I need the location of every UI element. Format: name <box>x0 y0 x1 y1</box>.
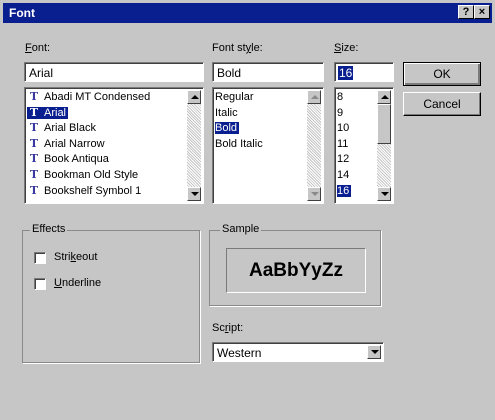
arrow-down-icon <box>381 192 389 196</box>
font-style-list-item[interactable]: Bold Italic <box>215 138 265 150</box>
style-scroll-up-button[interactable] <box>307 90 321 104</box>
truetype-icon: T <box>29 136 39 150</box>
font-style-label: Font style: <box>212 42 263 54</box>
size-item-label: 9 <box>337 106 344 119</box>
arrow-up-icon <box>191 95 199 99</box>
size-list-item[interactable]: 14 <box>337 169 351 181</box>
size-item-label: 10 <box>337 122 350 135</box>
font-label: Font: <box>25 42 51 54</box>
arrow-up-icon <box>311 95 319 99</box>
size-scroll-up-button[interactable] <box>377 90 391 104</box>
size-scroll-down-button[interactable] <box>377 187 391 201</box>
size-list-scrollbar[interactable] <box>377 90 391 201</box>
truetype-icon: T <box>29 105 39 119</box>
dialog-title: Font <box>9 6 35 20</box>
strikeout-checkbox[interactable] <box>34 252 46 264</box>
font-name-value: Arial <box>29 66 54 80</box>
font-list-scrollbar[interactable] <box>187 90 201 201</box>
help-button[interactable]: ? <box>458 5 474 19</box>
script-value: Western <box>217 346 262 360</box>
font-scroll-down-button[interactable] <box>187 187 201 201</box>
ok-button[interactable]: OK <box>403 62 481 86</box>
font-list-item[interactable]: T Book Antiqua <box>27 152 111 166</box>
font-name-input[interactable]: Arial <box>24 62 204 82</box>
font-item-label: Arial Narrow <box>44 137 105 150</box>
size-scroll-thumb[interactable] <box>377 104 391 144</box>
font-style-list-item[interactable]: Italic <box>215 107 240 119</box>
close-button[interactable]: × <box>474 5 490 19</box>
size-input[interactable]: 16 <box>334 62 394 82</box>
size-scroll-track[interactable] <box>377 144 391 187</box>
chevron-down-icon <box>371 350 379 354</box>
size-label: Size: <box>334 42 359 54</box>
font-item-label: Arial <box>44 106 67 119</box>
font-item-label: Bookman Old Style <box>44 169 139 181</box>
size-list-item[interactable]: 16 <box>337 184 352 197</box>
font-list-item[interactable]: T Arial Narrow <box>27 136 107 150</box>
script-dropdown-button[interactable] <box>367 345 381 359</box>
effects-group-title: Effects <box>30 223 68 235</box>
script-label: Script: <box>212 322 244 334</box>
font-list-item[interactable]: T Arial Black <box>27 121 98 135</box>
font-style-input[interactable]: Bold <box>212 62 324 82</box>
style-scroll-down-button[interactable] <box>307 187 321 201</box>
underline-checkbox[interactable] <box>34 278 46 290</box>
cancel-button[interactable]: Cancel <box>403 92 481 116</box>
size-list-item[interactable]: 9 <box>337 107 345 119</box>
truetype-icon: T <box>29 90 39 103</box>
size-item-label: 14 <box>337 169 350 181</box>
font-list-item[interactable]: T Abadi MT Condensed <box>27 90 152 104</box>
arrow-down-icon <box>311 192 319 196</box>
font-list-item[interactable]: T Arial <box>27 105 69 119</box>
size-list-item[interactable]: 11 <box>337 138 350 150</box>
size-item-label: 12 <box>337 153 350 166</box>
font-scroll-up-button[interactable] <box>187 90 201 104</box>
font-item-label: Bookshelf Symbol 1 <box>44 184 142 197</box>
font-style-item-label: Regular <box>215 91 254 103</box>
font-item-label: Arial Black <box>44 122 96 135</box>
script-select[interactable]: Western <box>212 342 384 362</box>
font-list-item[interactable]: T Bookshelf Symbol 1 <box>27 183 143 197</box>
font-style-list-item[interactable]: Bold <box>215 122 240 135</box>
truetype-icon: T <box>29 121 39 135</box>
size-item-label: 16 <box>337 184 350 197</box>
sample-group-title: Sample <box>220 223 262 235</box>
font-item-label: Book Antiqua <box>44 153 109 166</box>
size-item-label: 11 <box>337 137 349 150</box>
underline-label[interactable]: Underline <box>54 277 101 289</box>
size-list-item[interactable]: 8 <box>337 91 345 103</box>
font-style-list[interactable]: Regular Italic Bold Bold Italic <box>212 87 324 204</box>
size-value: 16 <box>338 66 354 80</box>
font-dialog: Font ? × Font: Arial T Abadi MT Condensed… <box>0 0 495 420</box>
arrow-up-icon <box>381 95 389 99</box>
sample-preview: AaBbYyZz <box>226 248 366 293</box>
effects-group <box>22 230 200 363</box>
truetype-icon: T <box>29 152 39 166</box>
truetype-icon: T <box>29 168 39 181</box>
arrow-down-icon <box>191 192 199 196</box>
size-item-label: 8 <box>337 91 344 103</box>
font-item-label: Abadi MT Condensed <box>44 91 151 103</box>
font-style-item-label: Bold <box>215 122 238 135</box>
title-bar[interactable]: Font ? × <box>3 3 492 23</box>
strikeout-label[interactable]: Strikeout <box>54 251 97 263</box>
font-list-item[interactable]: T Bookman Old Style <box>27 168 140 182</box>
font-style-item-label: Italic <box>215 106 238 119</box>
font-style-list-item[interactable]: Regular <box>215 91 256 103</box>
truetype-icon: T <box>29 183 39 197</box>
size-list[interactable]: 8 9 10 11 12 14 16 <box>334 87 394 204</box>
font-style-value: Bold <box>217 66 242 80</box>
font-style-item-label: Bold Italic <box>215 137 263 150</box>
font-style-scrollbar[interactable] <box>307 90 321 201</box>
size-list-item[interactable]: 12 <box>337 153 351 165</box>
font-list[interactable]: T Abadi MT Condensed T Arial T Arial Black T Ar… <box>24 87 204 204</box>
size-list-item[interactable]: 10 <box>337 122 351 134</box>
